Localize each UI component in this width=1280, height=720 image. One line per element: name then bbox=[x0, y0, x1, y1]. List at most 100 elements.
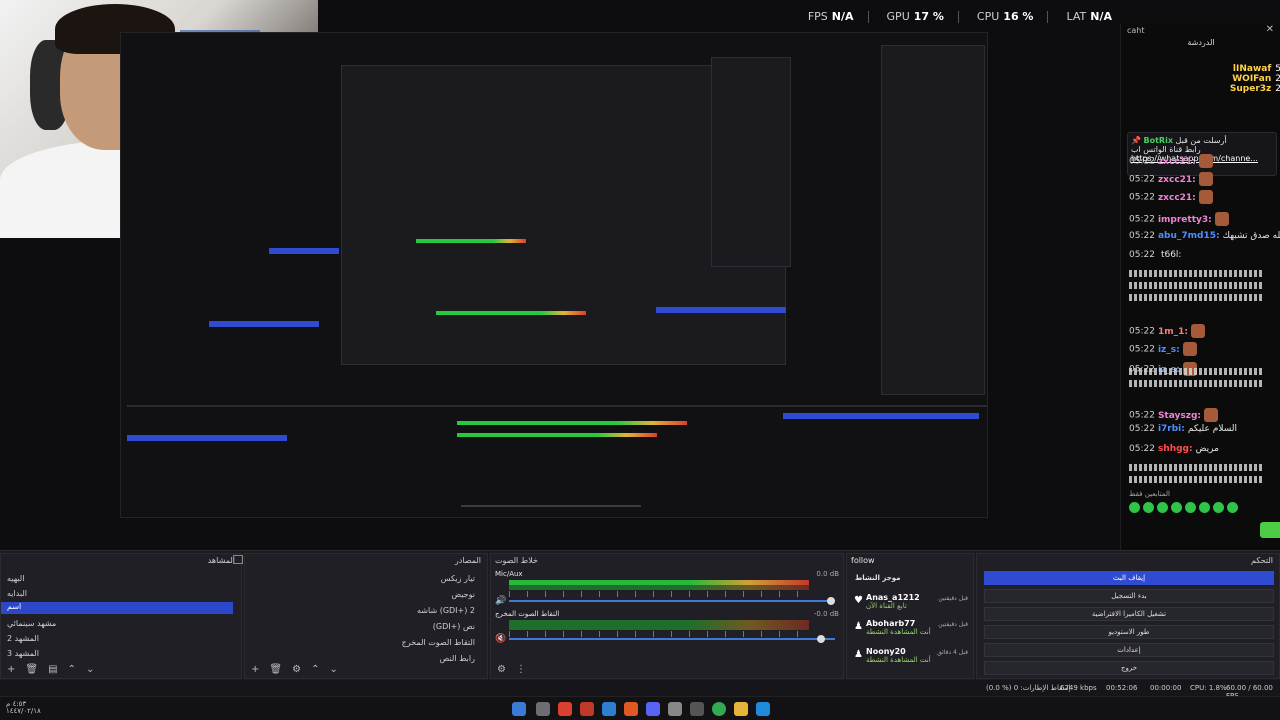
mic-channel-label: Mic/Aux bbox=[495, 570, 523, 578]
status-rec: 00:00:00 bbox=[1150, 684, 1182, 692]
gifter-2: WOIFan 2 bbox=[1232, 74, 1280, 84]
source-item[interactable]: التقاط الصوت المخرج bbox=[275, 638, 475, 647]
emote-bar bbox=[1129, 502, 1238, 513]
chat-panel: caht ✕ الدردشة lINawaf 5 WOIFan 2 Super3z 2… bbox=[1120, 24, 1280, 550]
chat-message: 05:22 zxcc21: bbox=[1129, 154, 1213, 168]
chat-message: 05:22 shhgg: مريض bbox=[1129, 444, 1219, 454]
taskbar-app-icon[interactable] bbox=[756, 702, 770, 716]
chat-message: 05:22 Stayszg: bbox=[1129, 408, 1219, 422]
taskbar-app-icon[interactable] bbox=[558, 702, 572, 716]
lat-stat: LAT N/A bbox=[1066, 10, 1112, 23]
down-icon[interactable]: ⌄ bbox=[86, 664, 94, 675]
audio-mixer-dock: خلاط الصوت Mic/Aux 0.0 dB 🔊 التقاط الصوت… bbox=[490, 553, 844, 679]
status-frames: (0.0 %) 0 :إسقاط الإطارات bbox=[986, 684, 1071, 692]
taskbar-app-icon[interactable] bbox=[712, 702, 726, 716]
add-icon[interactable]: + bbox=[7, 664, 15, 675]
chat-message: 05:22 impretty3: bbox=[1129, 212, 1229, 226]
source-item[interactable]: تيار زيكس bbox=[275, 574, 475, 583]
mic-channel-db: 0.0 dB bbox=[816, 570, 839, 578]
stats-bar: FPS N/A GPU 17 % CPU 16 % LAT N/A bbox=[808, 10, 1112, 23]
top-gifters: lINawaf 5 WOIFan 2 Super3z 2 bbox=[1151, 64, 1280, 94]
mixer-toolbar: ⚙ ⋮ bbox=[497, 664, 526, 675]
source-item[interactable]: شاشه (GDI+) 2 bbox=[275, 606, 475, 615]
status-bitrate: 6749 kbps bbox=[1060, 684, 1097, 692]
heart-icon: ♥ bbox=[854, 595, 863, 606]
trash-icon[interactable]: 🗑 bbox=[25, 664, 38, 675]
scenes-dock: المشاهد البهيه البدايه اسم مشهد سينمائي … bbox=[0, 553, 243, 679]
exit-button[interactable]: خروج bbox=[984, 661, 1274, 675]
stop-stream-button[interactable]: إيقاف البث bbox=[984, 571, 1274, 585]
desktop-channel-db: -0.0 dB bbox=[813, 610, 839, 618]
taskbar-app-icon[interactable] bbox=[536, 702, 550, 716]
scene-item[interactable]: المشهد 3 bbox=[7, 649, 237, 658]
add-icon[interactable]: + bbox=[251, 664, 259, 675]
taskbar-app-icon[interactable] bbox=[668, 702, 682, 716]
chat-message: 05:22 zxcc21: bbox=[1129, 190, 1213, 204]
taskbar-app-icon[interactable] bbox=[624, 702, 638, 716]
gear-icon[interactable]: ⚙ bbox=[497, 664, 506, 675]
up-icon[interactable]: ⌃ bbox=[311, 664, 319, 675]
gpu-stat: GPU 17 % bbox=[887, 10, 959, 23]
taskbar-app-icon[interactable] bbox=[646, 702, 660, 716]
source-item[interactable]: (GDI+) نص bbox=[275, 622, 475, 631]
down-icon[interactable]: ⌄ bbox=[329, 664, 337, 675]
menu-icon[interactable]: ⋮ bbox=[516, 664, 526, 675]
settings-button[interactable]: إعدادات bbox=[984, 643, 1274, 657]
spam-line bbox=[1129, 294, 1263, 301]
scene-item-selected[interactable]: اسم bbox=[1, 602, 233, 614]
spam-line bbox=[1129, 464, 1263, 471]
stream-preview bbox=[120, 32, 988, 518]
cpu-stat: CPU 16 % bbox=[977, 10, 1049, 23]
trash-icon[interactable]: 🗑 bbox=[269, 664, 282, 675]
chat-message: 05:22iz_s: bbox=[1129, 342, 1197, 356]
chat-dock-title: caht bbox=[1127, 26, 1145, 35]
chat-message: 05:22 zxcc21: bbox=[1129, 172, 1213, 186]
scene-item[interactable]: مشهد سينمائي bbox=[7, 619, 237, 628]
sources-toolbar: + 🗑 ⚙ ⌃ ⌄ bbox=[251, 664, 338, 675]
taskbar-app-icon[interactable] bbox=[690, 702, 704, 716]
up-icon[interactable]: ⌃ bbox=[68, 664, 76, 675]
spam-line bbox=[1129, 380, 1263, 387]
gear-icon[interactable]: ⚙ bbox=[292, 664, 301, 675]
obs-docks: المشاهد البهيه البدايه اسم مشهد سينمائي … bbox=[0, 550, 1280, 680]
follow-item: ♟ Aboharb77 أنت المشاهدة النشطة قبل دقيق… bbox=[854, 619, 968, 636]
sources-dock: المصادر تيار زيكس نوجيض شاشه (GDI+) 2 (G… bbox=[244, 553, 488, 679]
spam-line bbox=[1129, 270, 1263, 277]
start-recording-button[interactable]: بدء التسجيل bbox=[984, 589, 1274, 603]
speaker-icon[interactable]: 🔊 bbox=[495, 596, 506, 606]
scene-item[interactable]: البدايه bbox=[7, 589, 237, 598]
source-item[interactable]: رابط النص bbox=[275, 654, 475, 663]
taskbar-app-icon[interactable] bbox=[512, 702, 526, 716]
chat-message: 05:22 1m_1: bbox=[1129, 324, 1205, 338]
desktop-channel-label: التقاط الصوت المخرج bbox=[495, 610, 560, 618]
status-cpu: CPU: 1.8% bbox=[1190, 684, 1227, 692]
fps-stat: FPS N/A bbox=[808, 10, 869, 23]
status-live: 00:52:06 bbox=[1106, 684, 1138, 692]
gifter-1: lINawaf 5 bbox=[1232, 64, 1280, 74]
heart-icon: ♟ bbox=[854, 621, 863, 632]
studio-mode-button[interactable]: طور الاستوديو bbox=[984, 625, 1274, 639]
taskbar: ٤:٥٣ م ١٤٤٧/٠٢/١٨ bbox=[0, 696, 1280, 720]
status-bar: (0.0 %) 0 :إسقاط الإطارات 6749 kbps 00:5… bbox=[0, 680, 1280, 700]
source-item[interactable]: نوجيض bbox=[275, 590, 475, 599]
filter-icon[interactable]: ▤ bbox=[48, 664, 57, 675]
chat-header: الدردشة bbox=[1187, 38, 1215, 47]
followers-only-note: المتابعين فقط bbox=[1129, 490, 1170, 498]
muted-icon[interactable]: 🔇 bbox=[495, 634, 506, 644]
scene-item[interactable]: المشهد 2 bbox=[7, 634, 237, 643]
spam-line bbox=[1129, 476, 1263, 483]
close-icon[interactable]: ✕ bbox=[1266, 24, 1274, 35]
taskbar-app-icon[interactable] bbox=[734, 702, 748, 716]
heart-icon: ♟ bbox=[854, 649, 863, 660]
send-button[interactable] bbox=[1260, 522, 1280, 538]
follow-item: ♥ Anas_a1212 تابع القناة الآن قبل دقيقتي… bbox=[854, 593, 968, 610]
taskbar-app-icon[interactable] bbox=[580, 702, 594, 716]
tray-clock: ٤:٥٣ م ١٤٤٧/٠٢/١٨ bbox=[6, 700, 41, 715]
gifter-3: Super3z 2 bbox=[1229, 84, 1280, 94]
follow-item: ♟ Noony20 أنت المشاهدة النشطة قبل 4 دقائ… bbox=[854, 647, 968, 664]
taskbar-app-icon[interactable] bbox=[602, 702, 616, 716]
chat-message: 05:22 t66l: bbox=[1129, 250, 1182, 260]
virtual-camera-button[interactable]: تشغيل الكاميرا الافتراضية bbox=[984, 607, 1274, 621]
spam-line bbox=[1129, 368, 1263, 375]
scene-item[interactable]: البهيه bbox=[7, 574, 237, 583]
